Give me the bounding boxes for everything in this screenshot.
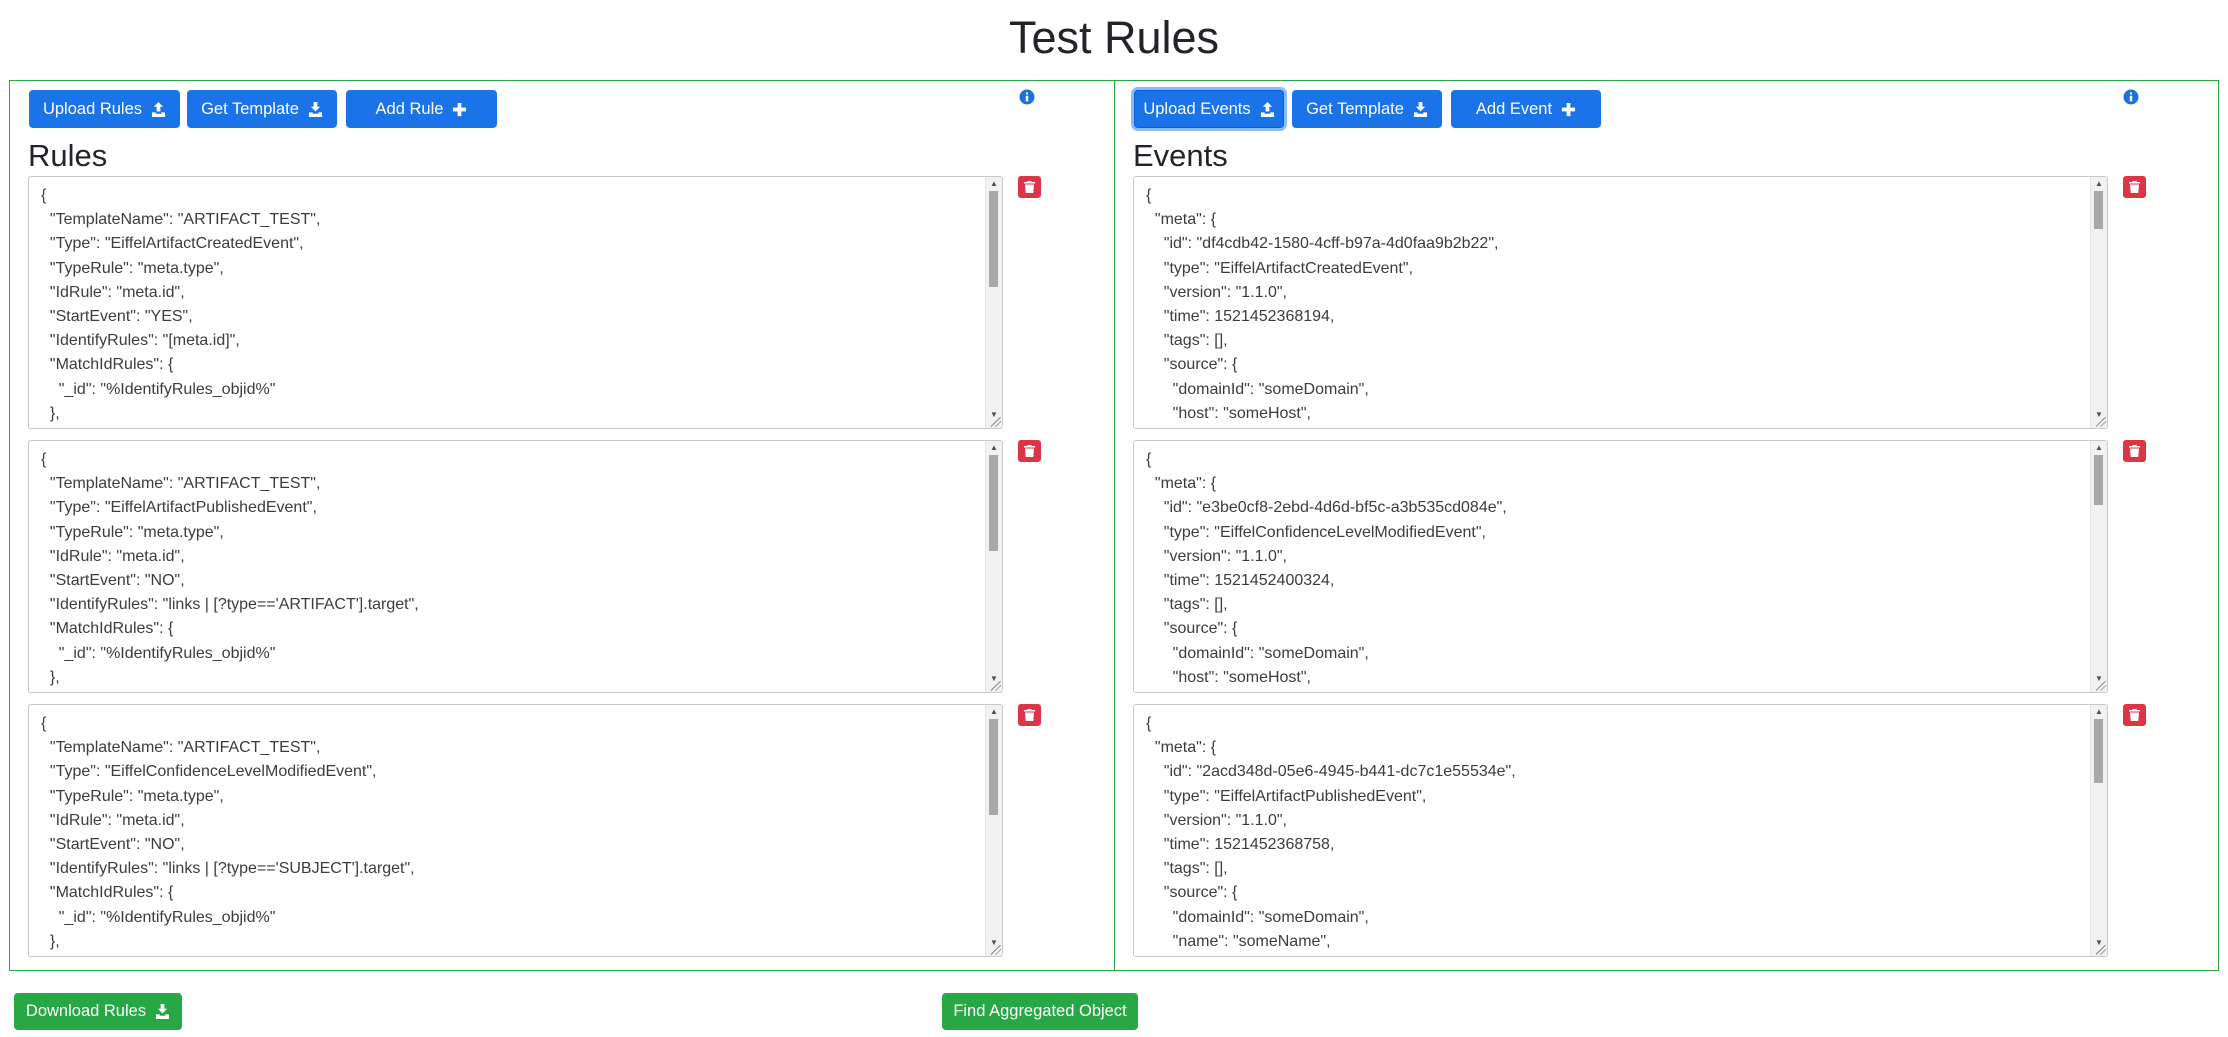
add-event-label: Add Event <box>1475 99 1553 118</box>
scroll-up-arrow-icon[interactable]: ▲ <box>986 705 1002 719</box>
delete-event-button[interactable] <box>2123 176 2146 198</box>
delete-event-button[interactable] <box>2123 440 2146 462</box>
download-rules-label: Download Rules <box>25 1002 147 1020</box>
rule-editor-3[interactable]: { "TemplateName": "ARTIFACT_TEST", "Type… <box>28 704 1003 957</box>
scroll-thumb[interactable] <box>2094 719 2103 783</box>
scrollbar[interactable]: ▲ ▼ <box>2090 441 2107 692</box>
download-icon <box>308 101 322 117</box>
info-icon[interactable] <box>2123 89 2139 105</box>
trash-icon <box>2129 181 2140 193</box>
rule-editor-text[interactable]: { "TemplateName": "ARTIFACT_TEST", "Type… <box>29 705 1002 956</box>
trash-icon <box>2129 445 2140 457</box>
event-editor-1[interactable]: { "meta": { "id": "df4cdb42-1580-4cff-b9… <box>1133 176 2108 429</box>
delete-rule-button[interactable] <box>1018 440 1041 462</box>
rule-editor-1[interactable]: { "TemplateName": "ARTIFACT_TEST", "Type… <box>28 176 1003 429</box>
event-editor-3[interactable]: { "meta": { "id": "2acd348d-05e6-4945-b4… <box>1133 704 2108 957</box>
delete-rule-button[interactable] <box>1018 176 1041 198</box>
add-rule-label: Add Rule <box>375 99 444 118</box>
delete-event-button[interactable] <box>2123 704 2146 726</box>
find-aggregated-object-label: Find Aggregated Object <box>953 1002 1127 1020</box>
event-editor-2[interactable]: { "meta": { "id": "e3be0cf8-2ebd-4d6d-bf… <box>1133 440 2108 693</box>
scroll-thumb[interactable] <box>2094 455 2103 505</box>
scrollbar[interactable]: ▲ ▼ <box>2090 177 2107 428</box>
upload-icon <box>1260 101 1274 117</box>
scrollbar[interactable]: ▲ ▼ <box>985 441 1002 692</box>
scroll-thumb[interactable] <box>989 191 998 287</box>
scroll-up-arrow-icon[interactable]: ▲ <box>986 177 1002 191</box>
scroll-up-arrow-icon[interactable]: ▲ <box>986 441 1002 455</box>
get-template-label: Get Template <box>201 99 299 118</box>
trash-icon <box>1024 181 1035 193</box>
resize-grip-icon[interactable] <box>2096 945 2106 955</box>
resize-grip-icon[interactable] <box>991 417 1001 427</box>
resize-grip-icon[interactable] <box>2096 417 2106 427</box>
upload-events-label: Upload Events <box>1143 99 1251 118</box>
add-event-button[interactable]: Add Event <box>1451 90 1601 128</box>
scroll-thumb[interactable] <box>989 719 998 815</box>
upload-rules-label: Upload Rules <box>42 99 143 118</box>
upload-icon <box>151 101 166 117</box>
upload-events-button[interactable]: Upload Events <box>1134 90 1284 128</box>
get-template-label: Get Template <box>1306 99 1404 118</box>
resize-grip-icon[interactable] <box>991 945 1001 955</box>
get-rules-template-button[interactable]: Get Template <box>187 90 337 128</box>
scrollbar[interactable]: ▲ ▼ <box>2090 705 2107 956</box>
rule-editor-text[interactable]: { "TemplateName": "ARTIFACT_TEST", "Type… <box>29 441 1002 692</box>
find-aggregated-object-button[interactable]: Find Aggregated Object <box>942 993 1138 1030</box>
rule-editor-2[interactable]: { "TemplateName": "ARTIFACT_TEST", "Type… <box>28 440 1003 693</box>
rules-heading: Rules <box>28 138 108 173</box>
download-icon <box>1413 101 1427 117</box>
delete-rule-button[interactable] <box>1018 704 1041 726</box>
info-icon[interactable] <box>1019 89 1035 105</box>
download-icon <box>156 1004 170 1019</box>
plus-icon <box>1562 102 1576 116</box>
scrollbar[interactable]: ▲ ▼ <box>985 177 1002 428</box>
event-editor-text[interactable]: { "meta": { "id": "df4cdb42-1580-4cff-b9… <box>1134 177 2107 428</box>
page-title: Test Rules <box>1008 12 1220 63</box>
rule-editor-text[interactable]: { "TemplateName": "ARTIFACT_TEST", "Type… <box>29 177 1002 428</box>
resize-grip-icon[interactable] <box>2096 681 2106 691</box>
add-rule-button[interactable]: Add Rule <box>346 90 497 128</box>
trash-icon <box>1024 445 1035 457</box>
scroll-thumb[interactable] <box>2094 191 2103 229</box>
plus-icon <box>453 102 467 116</box>
events-heading: Events <box>1133 138 1228 173</box>
event-editor-text[interactable]: { "meta": { "id": "e3be0cf8-2ebd-4d6d-bf… <box>1134 441 2107 692</box>
scroll-up-arrow-icon[interactable]: ▲ <box>2091 177 2107 191</box>
scroll-up-arrow-icon[interactable]: ▲ <box>2091 705 2107 719</box>
scrollbar[interactable]: ▲ ▼ <box>985 705 1002 956</box>
events-panel: Upload Events Get Template Add Event Eve… <box>1114 80 2219 971</box>
upload-rules-button[interactable]: Upload Rules <box>29 90 180 128</box>
get-events-template-button[interactable]: Get Template <box>1292 90 1442 128</box>
trash-icon <box>2129 709 2140 721</box>
download-rules-button[interactable]: Download Rules <box>14 993 182 1030</box>
scroll-thumb[interactable] <box>989 455 998 551</box>
trash-icon <box>1024 709 1035 721</box>
scroll-up-arrow-icon[interactable]: ▲ <box>2091 441 2107 455</box>
resize-grip-icon[interactable] <box>991 681 1001 691</box>
rules-panel: Upload Rules Get Template Add Rule Rules… <box>9 80 1115 971</box>
event-editor-text[interactable]: { "meta": { "id": "2acd348d-05e6-4945-b4… <box>1134 705 2107 956</box>
